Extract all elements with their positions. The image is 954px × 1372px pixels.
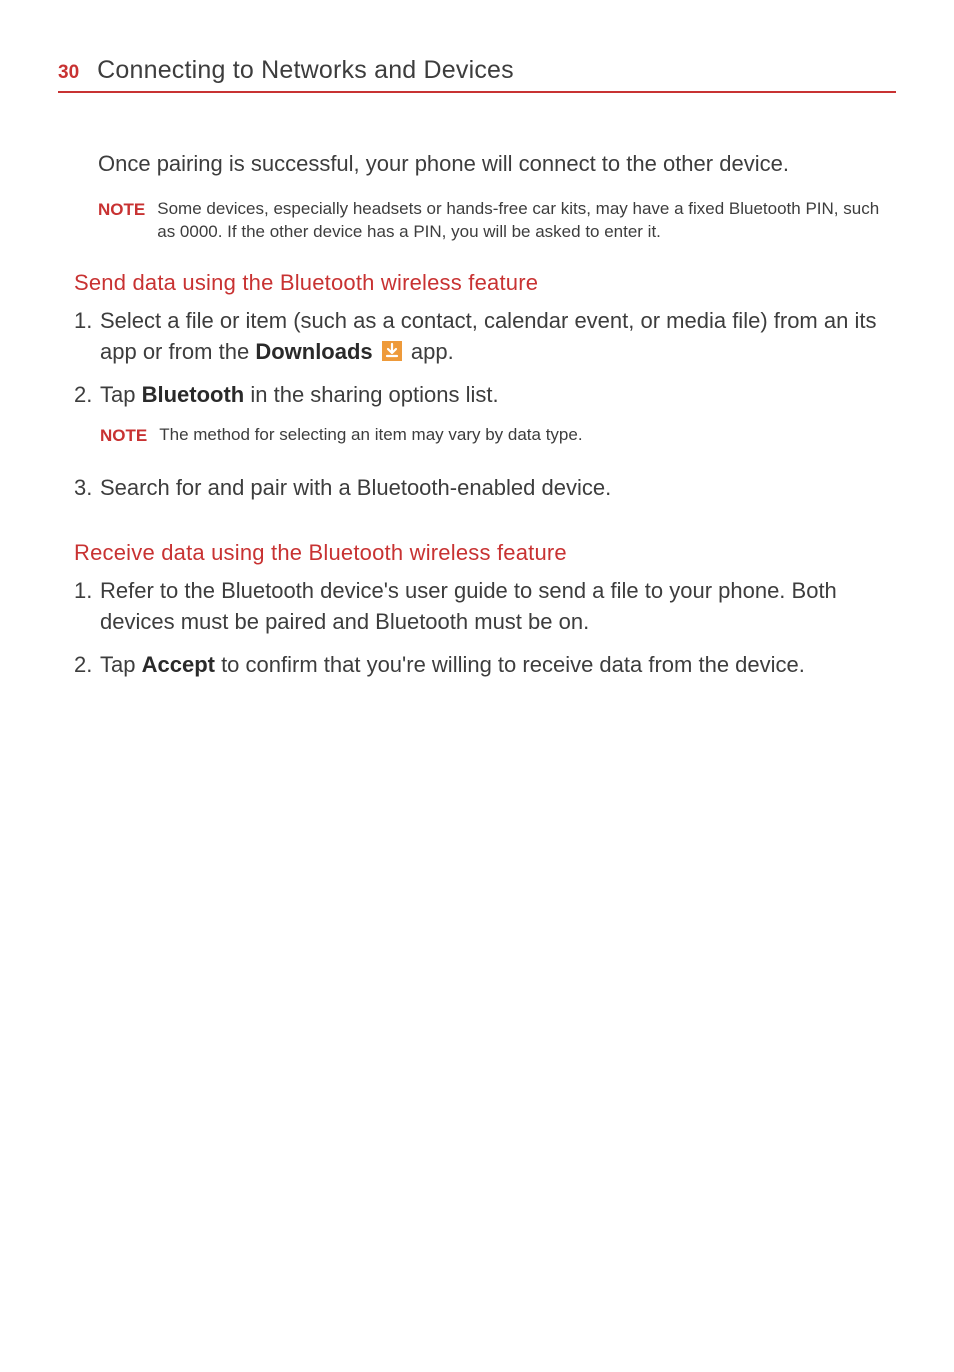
note-label: NOTE	[98, 197, 145, 245]
list-item: 1. Select a file or item (such as a cont…	[74, 306, 896, 368]
note-block-2: NOTE The method for selecting an item ma…	[100, 423, 896, 448]
page-header: 30 Connecting to Networks and Devices	[58, 56, 896, 93]
text-post: app.	[405, 339, 454, 364]
downloads-icon	[382, 341, 402, 361]
section-gap	[58, 516, 896, 540]
list-item: 1. Refer to the Bluetooth device's user …	[74, 576, 896, 638]
list-number: 3.	[74, 473, 100, 504]
text-post: in the sharing options list.	[244, 382, 498, 407]
downloads-bold: Downloads	[255, 339, 372, 364]
list-body: Tap Bluetooth in the sharing options lis…	[100, 380, 896, 411]
list-body: Tap Accept to confirm that you're willin…	[100, 650, 896, 681]
section-heading-receive: Receive data using the Bluetooth wireles…	[74, 540, 896, 566]
text-pre: Select a file or item (such as a contact…	[100, 308, 876, 364]
list-item: 2. Tap Accept to confirm that you're wil…	[74, 650, 896, 681]
list-item: 3. Search for and pair with a Bluetooth-…	[74, 473, 896, 504]
note-label: NOTE	[100, 423, 147, 448]
text-pre: Tap	[100, 652, 142, 677]
list-number: 1.	[74, 306, 100, 368]
list-item: 2. Tap Bluetooth in the sharing options …	[74, 380, 896, 411]
list-number: 1.	[74, 576, 100, 638]
note-text: Some devices, especially headsets or han…	[157, 197, 896, 245]
intro-paragraph: Once pairing is successful, your phone w…	[98, 149, 896, 179]
list-body: Search for and pair with a Bluetooth-ena…	[100, 473, 896, 504]
text-pre: Tap	[100, 382, 142, 407]
page-number: 30	[58, 62, 79, 84]
list-number: 2.	[74, 380, 100, 411]
accept-bold: Accept	[142, 652, 215, 677]
list-body: Select a file or item (such as a contact…	[100, 306, 896, 368]
section-heading-send: Send data using the Bluetooth wireless f…	[74, 270, 896, 296]
list-body: Refer to the Bluetooth device's user gui…	[100, 576, 896, 638]
note-text: The method for selecting an item may var…	[159, 423, 582, 448]
page-container: 30 Connecting to Networks and Devices On…	[0, 0, 954, 681]
text-post: to confirm that you're willing to receiv…	[215, 652, 805, 677]
header-title: Connecting to Networks and Devices	[97, 56, 514, 85]
bluetooth-bold: Bluetooth	[142, 382, 245, 407]
list-number: 2.	[74, 650, 100, 681]
note-block-1: NOTE Some devices, especially headsets o…	[98, 197, 896, 245]
